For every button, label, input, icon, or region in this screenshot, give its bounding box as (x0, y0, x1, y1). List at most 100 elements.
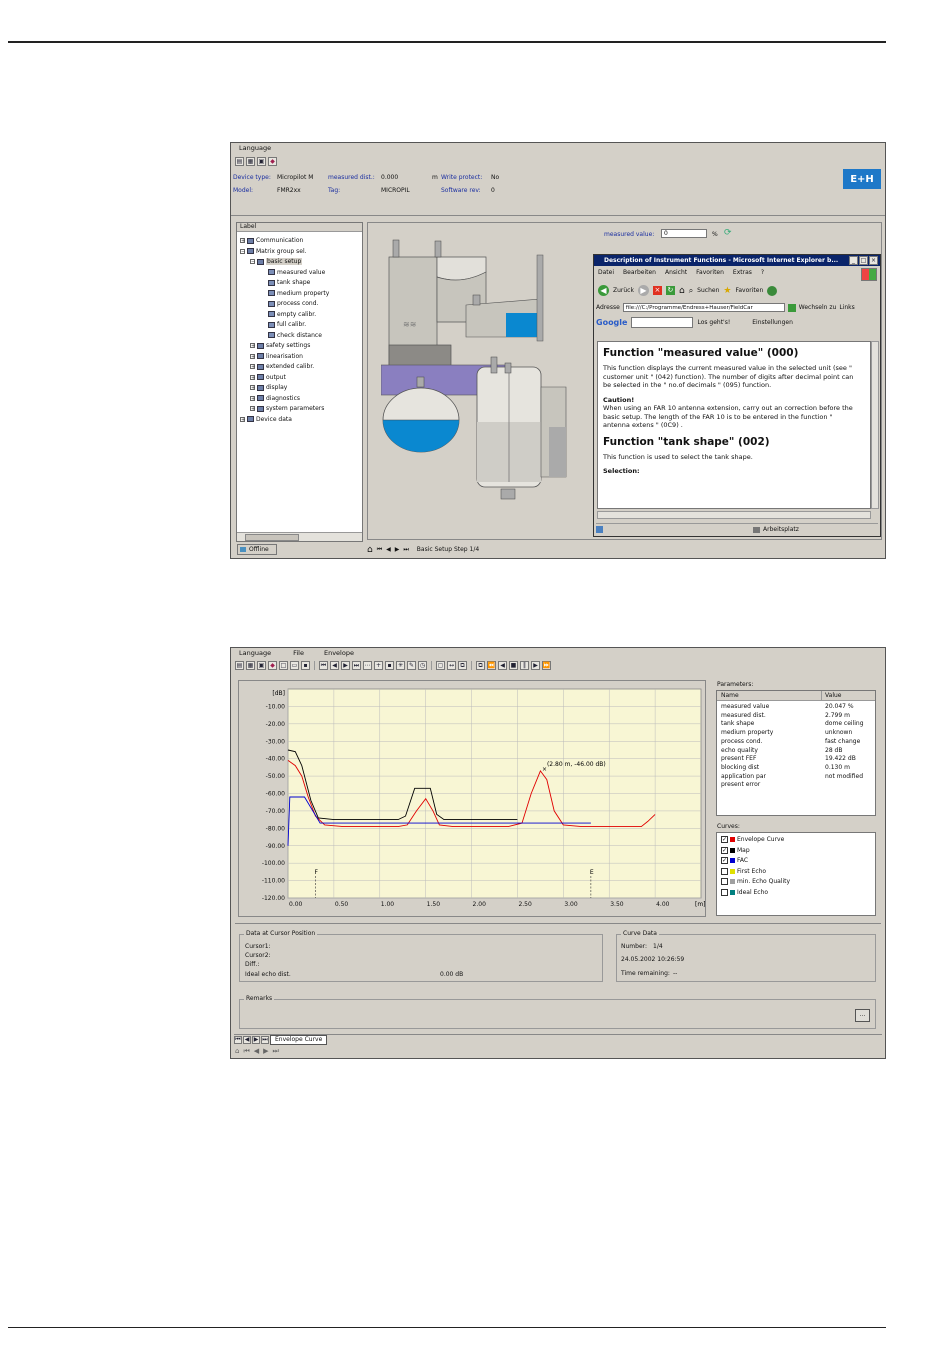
tree-item-diagnostics[interactable]: + diagnostics (250, 395, 300, 402)
go-label[interactable]: Wechseln zu (799, 304, 837, 311)
curve-item[interactable]: min. Echo Quality (721, 878, 790, 885)
tree-item-output[interactable]: + output (250, 374, 286, 381)
expand-icon[interactable]: + (250, 353, 255, 359)
rewind-icon[interactable]: ⏪ (487, 661, 496, 670)
refresh-page-icon[interactable]: ↻ (665, 286, 675, 295)
cursor-icon[interactable]: ✳ (396, 661, 405, 670)
tab-next-icon[interactable]: ▶ (252, 1036, 260, 1044)
tree-item-process-cond[interactable]: process cond. (268, 300, 318, 307)
tree-item-extended-calibr[interactable]: + extended calibr. (250, 363, 314, 370)
ie-vscrollbar[interactable] (871, 341, 879, 509)
prev-step-icon[interactable]: ◀ (386, 546, 391, 553)
matrix-view-icon[interactable]: ▦ (246, 661, 255, 670)
fast-forward-icon[interactable]: ⏩ (542, 661, 551, 670)
zoom-out-icon[interactable]: ▪ (385, 661, 394, 670)
home-icon[interactable]: ⌂ (367, 545, 373, 555)
ie-menu-bearbeiten[interactable]: Bearbeiten (623, 269, 656, 276)
ie-hscrollbar[interactable] (597, 511, 871, 519)
tree-item-medium-property[interactable]: medium property (268, 290, 329, 297)
first-step-icon[interactable]: ⏮ (243, 1047, 249, 1056)
tree-item-matrix-group[interactable]: − Matrix group sel. (240, 248, 307, 255)
curve-checkbox[interactable] (721, 888, 728, 896)
expand-icon[interactable]: + (250, 406, 255, 412)
zoom-in-icon[interactable]: + (374, 661, 383, 670)
next-step-icon[interactable]: ▶ (263, 1047, 268, 1056)
address-input[interactable]: file:///C:/Programme/Endress+Hauser/Fiel… (622, 303, 785, 312)
envelope-chart[interactable]: -10.00 -20.00 -30.00 -40.00 -50.00 -60.00 -70.… (239, 681, 705, 916)
forward-icon[interactable]: ▶ (637, 285, 649, 296)
tab-prev-icon[interactable]: ◀ (243, 1036, 251, 1044)
tree-view-icon[interactable]: ▤ (235, 661, 244, 670)
ie-menu-favoriten[interactable]: Favoriten (696, 269, 724, 276)
menu-language[interactable]: Language (239, 144, 271, 152)
book-icon[interactable]: ◆ (268, 157, 277, 166)
remarks-button[interactable]: ... (855, 1009, 870, 1022)
record-icon[interactable]: ⧉ (476, 661, 485, 670)
tree-item-display[interactable]: + display (250, 384, 287, 391)
tree-view-icon[interactable]: ▤ (235, 157, 244, 166)
maximize-button[interactable]: □ (859, 256, 868, 265)
tree-item-basic-setup[interactable]: − basic setup (250, 258, 303, 265)
curve-checkbox[interactable] (721, 867, 728, 875)
expand-icon[interactable]: + (250, 385, 255, 391)
curve-item[interactable]: ✓ FAC (721, 857, 748, 864)
stop-icon[interactable]: ■ (509, 661, 518, 670)
pause-icon[interactable]: ‖ (520, 661, 529, 670)
tree-item-system-parameters[interactable]: + system parameters (250, 405, 324, 412)
prev-curve-icon[interactable]: ◀ (330, 661, 339, 670)
minimize-button[interactable]: _ (849, 256, 858, 265)
expand-icon[interactable]: + (250, 364, 255, 370)
measured-value-input[interactable]: 0 (661, 229, 707, 238)
ie-menu-extras[interactable]: Extras (733, 269, 752, 276)
curve-item[interactable]: First Echo (721, 867, 766, 875)
tab-last-icon[interactable]: ⏭ (261, 1036, 269, 1044)
next-curve-icon[interactable]: ▶ (341, 661, 350, 670)
curve-item[interactable]: ✓ Envelope Curve (721, 836, 784, 843)
curve-checkbox[interactable]: ✓ (721, 836, 728, 843)
read-icon[interactable]: ⋯ (363, 661, 372, 670)
favorites-label[interactable]: Favoriten (735, 287, 763, 294)
graphic-view-icon[interactable]: ▣ (257, 157, 266, 166)
google-search-input[interactable] (631, 317, 694, 328)
book-icon[interactable]: ◆ (268, 661, 277, 670)
search-icon[interactable]: ⌕ (689, 286, 693, 296)
tab-envelope-curve[interactable]: Envelope Curve (270, 1035, 328, 1045)
tree-item-tank-shape[interactable]: tank shape (268, 279, 310, 286)
expand-icon[interactable]: + (240, 238, 245, 244)
media-icon[interactable] (767, 285, 778, 296)
prev-step-icon[interactable]: ◀ (254, 1047, 259, 1056)
fit-icon[interactable]: ↔ (447, 661, 456, 670)
expand-icon[interactable]: + (250, 343, 255, 349)
back-icon[interactable]: ◀ (498, 661, 507, 670)
expand-icon[interactable]: + (250, 374, 255, 380)
offline-tab[interactable]: Offline (237, 544, 277, 555)
tree-item-communication[interactable]: + Communication (240, 237, 303, 244)
expand-icon[interactable]: + (250, 395, 255, 401)
save-icon[interactable]: ▪ (301, 661, 310, 670)
search-label[interactable]: Suchen (697, 287, 719, 294)
back-icon[interactable]: ◀ (598, 285, 609, 296)
links-label[interactable]: Links (839, 304, 854, 311)
ie-menu-help[interactable]: ? (761, 269, 764, 276)
last-step-icon[interactable]: ⏭ (273, 1047, 279, 1056)
tree-item-linearisation[interactable]: + linearisation (250, 353, 303, 360)
tree-hscrollbar[interactable] (237, 532, 362, 541)
frame-icon[interactable]: ▢ (436, 661, 445, 670)
curve-item[interactable]: Ideal Echo (721, 888, 768, 896)
menu-language[interactable]: Language (239, 649, 271, 657)
curve-item[interactable]: ✓ Map (721, 846, 750, 854)
google-settings-label[interactable]: Einstellungen (752, 319, 793, 326)
new-file-icon[interactable]: □ (279, 661, 288, 670)
first-curve-icon[interactable]: ⏮ (319, 661, 328, 670)
tree-item-empty-calibr[interactable]: empty calibr. (268, 311, 316, 318)
menu-envelope[interactable]: Envelope (324, 649, 354, 657)
next-step-icon[interactable]: ▶ (395, 546, 400, 553)
open-folder-icon[interactable]: ▭ (290, 661, 299, 670)
first-step-icon[interactable]: ⏮ (377, 546, 382, 554)
collapse-icon[interactable]: − (240, 248, 245, 254)
clock-icon[interactable]: ◷ (418, 661, 427, 670)
go-icon[interactable] (787, 303, 796, 312)
last-step-icon[interactable]: ⏭ (403, 546, 408, 554)
home-icon[interactable]: ⌂ (679, 286, 685, 296)
last-curve-icon[interactable]: ⏭ (352, 661, 361, 670)
